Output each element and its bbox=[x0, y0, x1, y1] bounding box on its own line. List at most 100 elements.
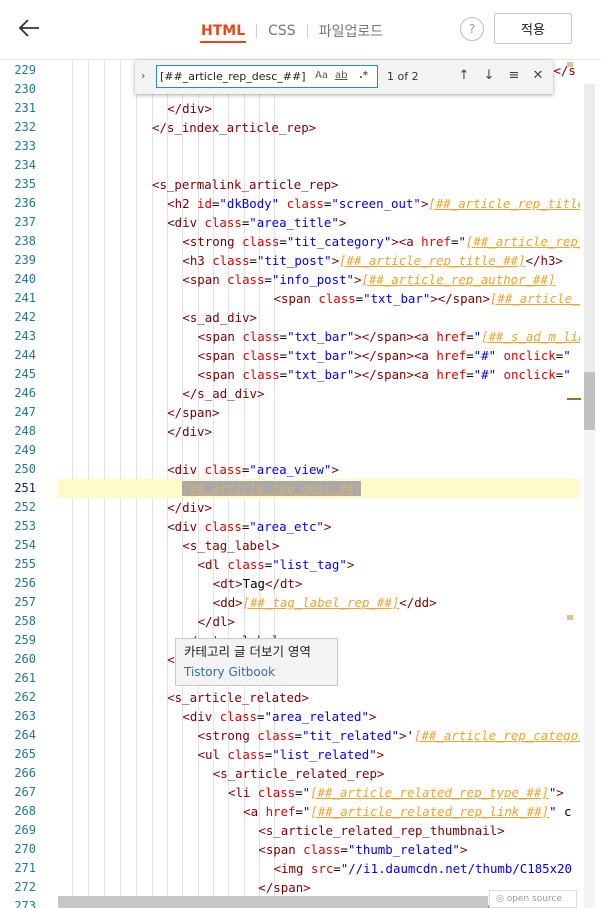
regex-toggle[interactable]: .* bbox=[359, 70, 368, 81]
code-line[interactable]: </s_ad_div> bbox=[182, 384, 264, 403]
code-token: [##_tag_label_rep_##] bbox=[242, 595, 400, 610]
code-token: < bbox=[167, 652, 175, 667]
code-token: " bbox=[458, 234, 466, 249]
code-token: <dd> bbox=[212, 595, 243, 610]
code-token: </span> bbox=[258, 880, 311, 895]
line-number: 244 bbox=[14, 348, 36, 362]
lines-icon[interactable]: ≡ bbox=[505, 67, 523, 85]
cursor-marker bbox=[567, 398, 581, 400]
code-line[interactable]: <span class="txt_bar"></span><a href="#"… bbox=[198, 365, 571, 384]
code-line[interactable]: </span> bbox=[167, 403, 219, 422]
tab-css[interactable]: CSS bbox=[267, 23, 297, 39]
tooltip-link[interactable]: Tistory Gitbook bbox=[184, 663, 329, 681]
code-line[interactable]: <div class="area_title"> bbox=[167, 213, 346, 232]
find-input-box[interactable]: Aa ab .* bbox=[156, 65, 378, 88]
back-button[interactable] bbox=[16, 14, 44, 42]
line-number: 243 bbox=[14, 329, 36, 343]
code-token: > bbox=[459, 842, 468, 857]
code-line[interactable]: <a href= "[##_article_related_rep_link_##… bbox=[243, 802, 571, 821]
code-token: <div bbox=[167, 215, 205, 230]
code-line[interactable]: </div> bbox=[167, 498, 212, 517]
code-line[interactable]: <span class="info_post">[##_article_rep_… bbox=[182, 270, 555, 289]
code-token: <img bbox=[273, 861, 311, 876]
code-line[interactable]: <s_article_related> bbox=[167, 688, 309, 707]
code-line[interactable]: <img src="//i1.daumcdn.net/thumb/C185x20 bbox=[274, 859, 572, 878]
code-line[interactable]: <s_article_related_rep_thumbnail> bbox=[258, 821, 504, 840]
code-line[interactable]: <dl class="list_tag"> bbox=[198, 555, 355, 574]
code-line[interactable]: <h3 class="tit_post">[##_article_rep_tit… bbox=[182, 251, 563, 270]
code-line[interactable]: <s_tag_label> bbox=[182, 536, 279, 555]
code-token: [##_article_rep_category_##] bbox=[413, 728, 580, 743]
line-number: 241 bbox=[14, 291, 36, 305]
code-line[interactable]: <div class="area_view"> bbox=[167, 460, 339, 479]
line-number: 268 bbox=[14, 804, 36, 818]
help-button[interactable]: ? bbox=[460, 17, 484, 41]
code-line[interactable]: </span> bbox=[258, 878, 310, 897]
code-line[interactable]: <div class="area_etc"> bbox=[167, 517, 331, 536]
code-token: " bbox=[473, 329, 482, 344]
line-number: 232 bbox=[14, 120, 36, 134]
code-token: " bbox=[302, 785, 311, 800]
chevron-right-icon[interactable]: › bbox=[141, 69, 145, 82]
code-token: </dl> bbox=[197, 614, 235, 629]
code-line[interactable]: <li class="[##_article_related_rep_type_… bbox=[228, 783, 564, 802]
code-line[interactable]: <span class="txt_bar"></span><a href="#"… bbox=[198, 346, 571, 365]
code-token: = bbox=[333, 861, 341, 876]
match-case-toggle[interactable]: Aa bbox=[315, 70, 328, 81]
tab-html[interactable]: HTML bbox=[200, 23, 247, 43]
code-token: = bbox=[279, 234, 287, 249]
code-token: = bbox=[466, 329, 474, 344]
code-token: > bbox=[368, 709, 377, 724]
code-line[interactable]: <strong class="tit_category"><a href="[#… bbox=[182, 232, 580, 251]
code-token: = bbox=[295, 804, 303, 819]
code-line[interactable]: <ul class="list_related"> bbox=[198, 745, 385, 764]
code-token: [##_article_related_rep_link_##] bbox=[310, 804, 550, 819]
find-match-count: 1 of 2 bbox=[387, 70, 419, 83]
code-line[interactable]: <s_article_related_rep> bbox=[213, 764, 385, 783]
line-number: 271 bbox=[14, 861, 36, 875]
code-line[interactable]: <dt>Tag</dt> bbox=[213, 574, 303, 593]
code-line[interactable]: <dd>[##_tag_label_rep_##]</dd> bbox=[213, 593, 437, 612]
code-line[interactable]: </div> bbox=[167, 422, 212, 441]
whole-word-toggle[interactable]: ab bbox=[335, 70, 347, 81]
code-line[interactable]: <div class="area_related"> bbox=[182, 707, 376, 726]
code-area[interactable]: ]</s</div></s_index_article_rep><s_perma… bbox=[58, 60, 580, 908]
code-token: ' bbox=[406, 728, 414, 743]
code-token: "txt_bar" bbox=[287, 329, 355, 344]
vertical-scrollbar-thumb[interactable] bbox=[584, 372, 595, 430]
tab-divider bbox=[256, 24, 258, 38]
line-number: 273 bbox=[14, 899, 36, 908]
find-match-marker bbox=[567, 615, 573, 620]
code-token: onclick bbox=[503, 367, 556, 382]
code-token: "dkBody" bbox=[219, 196, 280, 211]
code-token: <s_tag_label> bbox=[182, 538, 280, 553]
arrow-up-icon[interactable]: ↑ bbox=[455, 67, 473, 85]
code-token: " bbox=[563, 348, 571, 363]
code-line[interactable]: <span class="txt_bar"></span>[##_article… bbox=[274, 289, 580, 308]
code-token: = bbox=[294, 728, 303, 743]
code-line[interactable]: <span class="txt_bar"></span><a href="[#… bbox=[198, 327, 580, 346]
code-token: class bbox=[242, 329, 280, 344]
code-token: class bbox=[286, 196, 324, 211]
apply-button[interactable]: 적용 bbox=[494, 13, 572, 44]
code-line[interactable]: <span class="thumb_related"> bbox=[258, 840, 467, 859]
code-line[interactable]: </s_index_article_rep> bbox=[152, 118, 316, 137]
horizontal-scrollbar-thumb[interactable] bbox=[58, 896, 488, 908]
code-line[interactable]: </dl> bbox=[198, 612, 235, 631]
tab-file-upload[interactable]: 파일업로드 bbox=[318, 21, 384, 41]
code-line[interactable]: [##_article_rep_desc_##] bbox=[182, 479, 362, 498]
code-line[interactable]: < bbox=[167, 650, 174, 669]
open-source-badge[interactable]: ◎ open source bbox=[489, 890, 577, 908]
close-icon[interactable]: ✕ bbox=[529, 67, 547, 85]
code-line[interactable]: <h2 id="dkBody" class="screen_out">[##_a… bbox=[167, 194, 580, 213]
arrow-down-icon[interactable]: ↓ bbox=[480, 67, 498, 85]
code-line[interactable]: <strong class="tit_related">'[##_article… bbox=[198, 726, 580, 745]
code-editor[interactable]: 229 230 231 232 233 234 235 236 237 238 239 240 241 2… bbox=[0, 60, 601, 908]
code-token: <span bbox=[258, 842, 304, 857]
code-token: ><a bbox=[391, 234, 422, 249]
find-input[interactable] bbox=[160, 68, 310, 85]
code-line[interactable]: <s_permalink_article_rep> bbox=[152, 175, 339, 194]
code-token: " bbox=[549, 804, 557, 819]
code-line[interactable]: </div> bbox=[167, 99, 212, 118]
code-line[interactable]: <s_ad_div> bbox=[182, 308, 257, 327]
